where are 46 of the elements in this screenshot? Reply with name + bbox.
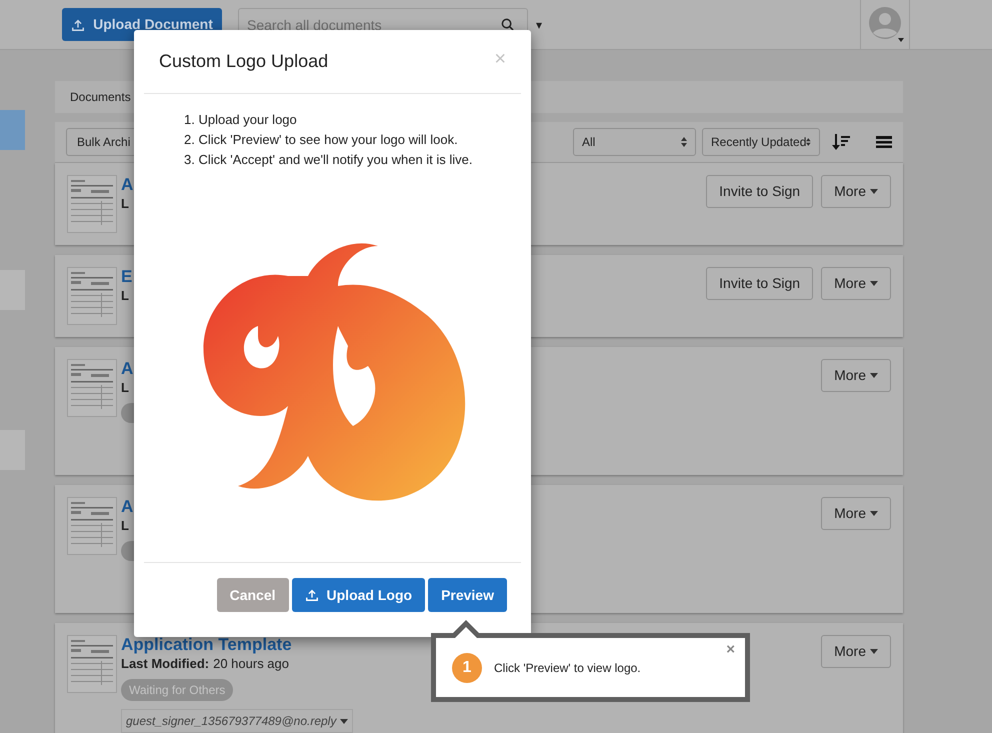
action-button[interactable]: More — [821, 175, 891, 208]
document-thumbnail — [67, 635, 117, 693]
document-thumbnail — [67, 267, 117, 325]
tooltip-text: Click 'Preview' to view logo. — [494, 660, 641, 676]
updown-icon — [681, 137, 687, 147]
close-button[interactable]: × — [726, 642, 735, 657]
caret-icon — [870, 649, 878, 654]
upload-logo-button[interactable]: Upload Logo — [292, 578, 426, 612]
document-thumbnail — [67, 175, 117, 233]
caret-icon — [870, 281, 878, 286]
modified-label: L — [121, 379, 129, 397]
search-menu-caret[interactable]: ▾ — [536, 16, 542, 34]
document-thumbnail — [67, 359, 117, 417]
action-button[interactable]: More — [821, 635, 891, 668]
list-view-icon[interactable] — [876, 135, 892, 149]
modified-label: L — [121, 287, 129, 305]
status-filter-select[interactable]: All — [573, 128, 696, 156]
breadcrumb[interactable]: Documents — [70, 88, 131, 106]
upload-icon — [71, 18, 86, 32]
upload-icon — [304, 588, 319, 602]
caret-icon — [870, 189, 878, 194]
action-button[interactable]: More — [821, 267, 891, 300]
sort-order-icon[interactable] — [832, 134, 850, 150]
step-number-badge: 1 — [452, 652, 482, 682]
action-button[interactable]: More — [821, 359, 891, 392]
caret-icon — [870, 511, 878, 516]
modified-value: 20 hours ago — [213, 655, 290, 673]
action-button[interactable]: Invite to Sign — [706, 267, 814, 300]
instruction-step: 3. Click 'Accept' and we'll notify you when it is live. — [184, 150, 521, 170]
caret-icon — [340, 718, 348, 724]
preview-button[interactable]: Preview — [428, 578, 507, 612]
signer-dropdown[interactable]: guest_signer_135679377489@no.reply — [121, 709, 354, 733]
action-button[interactable]: More — [821, 497, 891, 530]
search-icon — [501, 18, 514, 31]
sort-select[interactable]: Recently Updated — [702, 128, 820, 156]
modified-label: L — [121, 517, 129, 535]
sidebar-item[interactable] — [0, 110, 25, 150]
instruction-step: 1. Upload your logo — [184, 110, 521, 130]
caret-icon — [870, 373, 878, 378]
modified-label: L — [121, 195, 129, 213]
instruction-step: 2. Click 'Preview' to see how your logo will look. — [184, 130, 521, 150]
action-button[interactable]: Invite to Sign — [706, 175, 814, 208]
updown-icon — [806, 137, 811, 147]
modal-title: Custom Logo Upload — [159, 50, 328, 73]
modified-label: Last Modified: — [121, 655, 210, 673]
document-thumbnail — [67, 497, 117, 555]
